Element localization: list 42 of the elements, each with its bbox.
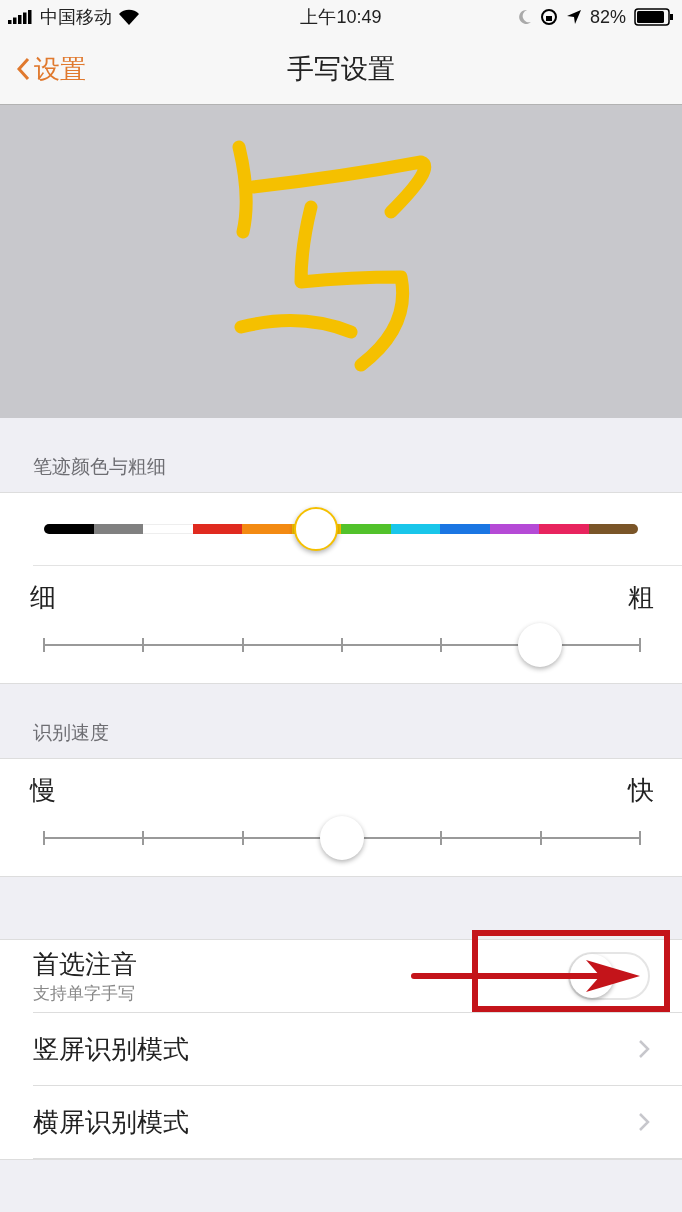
back-chevron-icon	[16, 57, 30, 81]
section-header: 笔迹颜色与粗细	[33, 455, 166, 479]
color-swatch[interactable]	[93, 524, 143, 534]
row-sublabel: 支持单字手写	[33, 983, 136, 1005]
color-swatch[interactable]	[242, 524, 292, 534]
battery-percent: 82%	[590, 6, 626, 28]
color-swatch[interactable]	[539, 524, 589, 534]
battery-icon	[634, 8, 674, 26]
settings-row[interactable]: 竖屏识别模式	[33, 1013, 682, 1086]
clock-time: 上午10:49	[300, 6, 382, 29]
location-arrow-icon	[566, 9, 582, 25]
moon-icon	[518, 9, 532, 25]
color-swatch[interactable]	[390, 524, 440, 534]
slider-track[interactable]	[44, 623, 640, 667]
handwriting-canvas[interactable]	[0, 105, 682, 418]
row-label: 竖屏识别模式	[33, 1032, 190, 1066]
row-label: 横屏识别模式	[33, 1105, 190, 1139]
slider-track[interactable]	[44, 816, 640, 860]
chevron-icon	[638, 1039, 650, 1059]
row-label: 首选注音	[33, 948, 138, 981]
slider-thumb[interactable]	[518, 623, 563, 667]
max-label: 快	[628, 774, 654, 807]
max-label: 粗	[628, 581, 654, 614]
section-header: 识别速度	[33, 721, 109, 745]
settings-row[interactable]: 横屏识别模式	[33, 1086, 682, 1159]
wifi-icon	[118, 9, 140, 25]
color-swatch[interactable]	[291, 506, 341, 552]
chevron-icon	[638, 1112, 650, 1132]
color-swatch[interactable]	[143, 524, 193, 534]
color-swatch[interactable]	[341, 524, 391, 534]
min-label: 慢	[30, 774, 56, 807]
color-swatch[interactable]	[588, 524, 638, 534]
color-swatch[interactable]	[44, 524, 94, 534]
carrier-name: 中国移动	[40, 6, 112, 29]
page-title: 手写设置	[287, 53, 395, 86]
rotation-lock-icon	[540, 8, 558, 26]
color-swatch[interactable]	[440, 524, 490, 534]
signal-icon	[8, 10, 34, 24]
color-swatch[interactable]	[489, 524, 539, 534]
slider-thumb[interactable]	[320, 816, 364, 860]
color-swatch[interactable]	[192, 524, 242, 534]
min-label: 细	[30, 581, 56, 614]
